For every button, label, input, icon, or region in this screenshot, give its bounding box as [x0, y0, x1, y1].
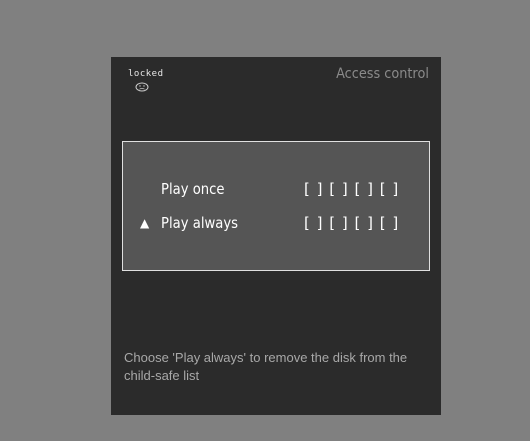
- help-text: Choose 'Play always' to remove the disk …: [124, 350, 408, 383]
- play-always-option[interactable]: ▲ Play always [ ] [ ] [ ] [ ]: [123, 213, 429, 237]
- selection-cursor-icon: ▲: [140, 216, 150, 230]
- play-always-label: Play always: [161, 214, 239, 232]
- play-once-code-field[interactable]: [ ] [ ] [ ] [ ]: [304, 180, 399, 198]
- play-always-code-field[interactable]: [ ] [ ] [ ] [ ]: [304, 214, 399, 232]
- code-entry-box: Play once [ ] [ ] [ ] [ ] ▲ Play always …: [122, 141, 430, 271]
- play-once-option[interactable]: Play once [ ] [ ] [ ] [ ]: [123, 179, 429, 203]
- page-title: Access control: [336, 66, 429, 82]
- screen: locked Access control Play once [ ] [ ] …: [0, 0, 530, 441]
- sad-face-icon: [135, 82, 149, 92]
- locked-status-label: locked: [128, 69, 164, 79]
- access-control-panel: locked Access control Play once [ ] [ ] …: [111, 57, 441, 415]
- play-once-label: Play once: [161, 180, 225, 198]
